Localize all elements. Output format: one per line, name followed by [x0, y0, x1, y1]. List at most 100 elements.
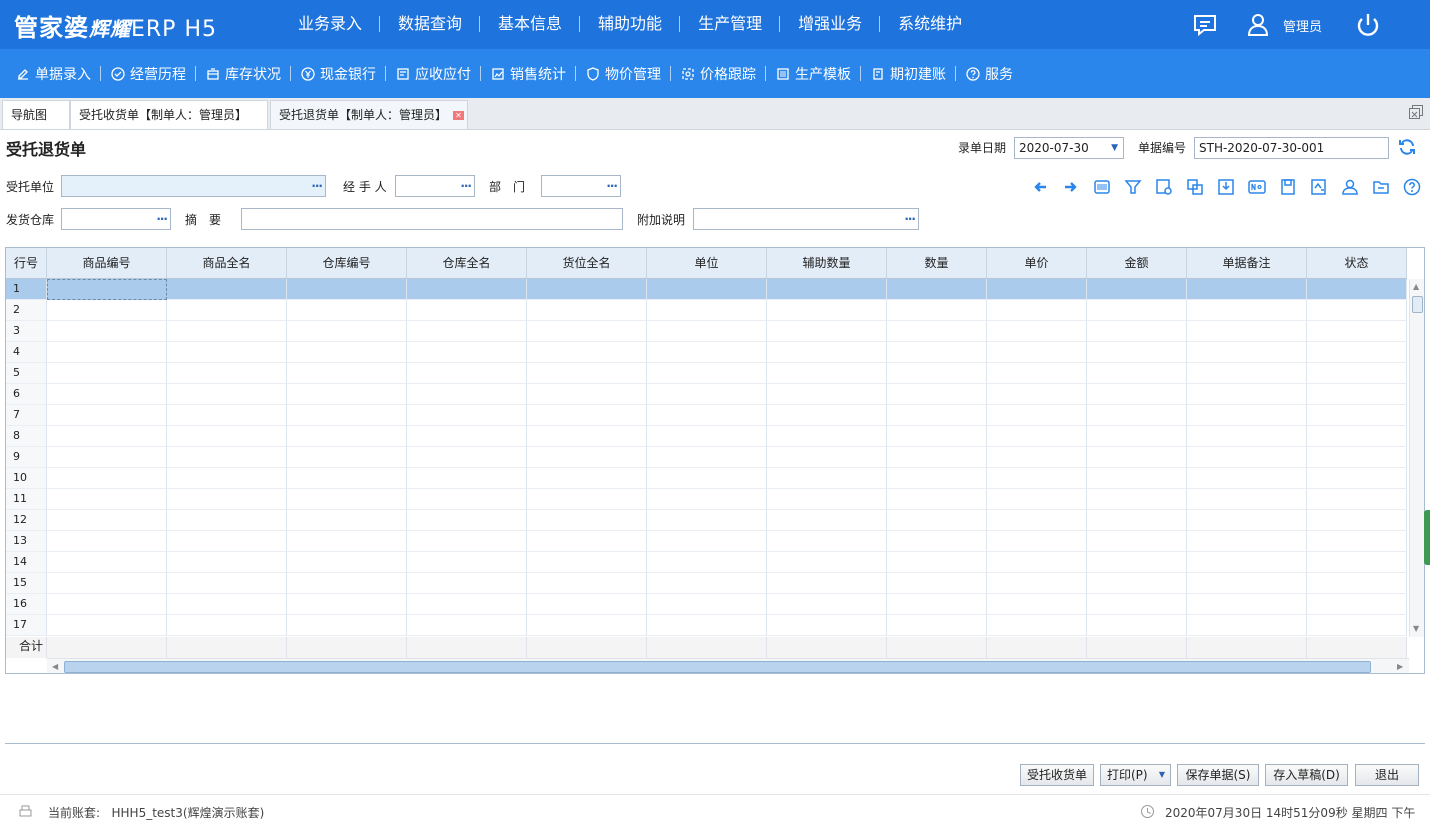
- table-cell[interactable]: [767, 447, 887, 468]
- table-cell[interactable]: [647, 552, 767, 573]
- column-header[interactable]: 货位全名: [527, 248, 647, 278]
- table-row[interactable]: 4: [6, 342, 1407, 363]
- table-cell[interactable]: [887, 363, 987, 384]
- table-cell[interactable]: [1087, 468, 1187, 489]
- table-cell[interactable]: [1187, 510, 1307, 531]
- table-cell[interactable]: [287, 321, 407, 342]
- table-cell[interactable]: [1307, 468, 1407, 489]
- table-cell[interactable]: [767, 300, 887, 321]
- table-cell[interactable]: [887, 594, 987, 615]
- table-cell[interactable]: [987, 594, 1087, 615]
- table-cell[interactable]: [167, 552, 287, 573]
- table-cell[interactable]: [407, 594, 527, 615]
- table-cell[interactable]: [527, 363, 647, 384]
- sub-menu-item[interactable]: 经营历程: [101, 49, 196, 98]
- table-cell[interactable]: [47, 573, 167, 594]
- table-cell[interactable]: [407, 300, 527, 321]
- table-cell[interactable]: [407, 468, 527, 489]
- table-cell[interactable]: [1187, 279, 1307, 300]
- date-select[interactable]: 2020-07-30 ▼: [1014, 137, 1124, 159]
- scroll-left-icon[interactable]: ◀: [52, 662, 58, 671]
- table-cell[interactable]: [647, 468, 767, 489]
- table-cell[interactable]: [1087, 279, 1187, 300]
- table-cell[interactable]: [47, 594, 167, 615]
- table-cell[interactable]: [167, 489, 287, 510]
- sub-menu-item[interactable]: 库存状况: [196, 49, 291, 98]
- sub-menu-item[interactable]: 单据录入: [6, 49, 101, 98]
- main-menu-item[interactable]: 辅助功能: [580, 0, 681, 49]
- table-cell[interactable]: [647, 405, 767, 426]
- table-cell[interactable]: [887, 573, 987, 594]
- table-cell[interactable]: [527, 489, 647, 510]
- table-cell[interactable]: [647, 531, 767, 552]
- table-cell[interactable]: [47, 321, 167, 342]
- table-cell[interactable]: [1187, 594, 1307, 615]
- barcode-button[interactable]: [1086, 177, 1117, 197]
- table-cell[interactable]: [287, 468, 407, 489]
- note-field[interactable]: ···: [693, 208, 919, 230]
- table-cell[interactable]: [47, 279, 167, 300]
- table-cell[interactable]: [1307, 573, 1407, 594]
- table-cell[interactable]: [167, 573, 287, 594]
- table-cell[interactable]: [987, 552, 1087, 573]
- tab-consignment-receipt[interactable]: 受托收货单【制单人：管理员】: [70, 100, 268, 130]
- table-cell[interactable]: [407, 384, 527, 405]
- sub-menu-item[interactable]: 销售统计: [481, 49, 576, 98]
- table-cell[interactable]: [767, 426, 887, 447]
- sub-menu-item[interactable]: 期初建账: [861, 49, 956, 98]
- table-cell[interactable]: [1187, 300, 1307, 321]
- table-row[interactable]: 15: [6, 573, 1407, 594]
- power-icon[interactable]: [1354, 11, 1382, 39]
- table-cell[interactable]: [287, 552, 407, 573]
- column-header[interactable]: 状态: [1307, 248, 1407, 278]
- table-cell[interactable]: [167, 363, 287, 384]
- table-cell[interactable]: [647, 447, 767, 468]
- table-cell[interactable]: [1087, 300, 1187, 321]
- table-cell[interactable]: [1087, 405, 1187, 426]
- table-cell[interactable]: [647, 489, 767, 510]
- table-cell[interactable]: [167, 510, 287, 531]
- table-cell[interactable]: [987, 363, 1087, 384]
- main-menu-item[interactable]: 基本信息: [480, 0, 581, 49]
- table-cell[interactable]: [1087, 573, 1187, 594]
- table-cell[interactable]: [47, 342, 167, 363]
- table-cell[interactable]: [527, 405, 647, 426]
- main-menu-item[interactable]: 数据查询: [380, 0, 481, 49]
- column-header[interactable]: 行号: [6, 248, 47, 278]
- table-cell[interactable]: [287, 279, 407, 300]
- table-cell[interactable]: [47, 426, 167, 447]
- save-button[interactable]: 保存单据(S): [1177, 764, 1259, 786]
- column-header[interactable]: 仓库编号: [287, 248, 407, 278]
- tab-navigation[interactable]: 导航图: [2, 100, 70, 130]
- table-cell[interactable]: [287, 531, 407, 552]
- table-cell[interactable]: [1087, 447, 1187, 468]
- table-cell[interactable]: [527, 279, 647, 300]
- settings-doc-button[interactable]: [1148, 177, 1179, 197]
- table-cell[interactable]: [167, 468, 287, 489]
- column-header[interactable]: 商品全名: [167, 248, 287, 278]
- column-header[interactable]: 数量: [887, 248, 987, 278]
- table-cell[interactable]: [767, 342, 887, 363]
- table-cell[interactable]: [887, 447, 987, 468]
- more-icon[interactable]: ···: [311, 176, 323, 196]
- folder-button[interactable]: [1365, 177, 1396, 197]
- table-cell[interactable]: [527, 531, 647, 552]
- table-cell[interactable]: [1187, 489, 1307, 510]
- table-cell[interactable]: [1187, 468, 1307, 489]
- help-button[interactable]: [1396, 177, 1427, 197]
- table-cell[interactable]: [1307, 300, 1407, 321]
- table-cell[interactable]: [1307, 405, 1407, 426]
- table-cell[interactable]: [47, 405, 167, 426]
- table-row[interactable]: 14: [6, 552, 1407, 573]
- sub-menu-item[interactable]: 现金银行: [291, 49, 386, 98]
- table-cell[interactable]: [1307, 552, 1407, 573]
- table-cell[interactable]: [887, 279, 987, 300]
- table-cell[interactable]: [1087, 531, 1187, 552]
- table-cell[interactable]: [167, 426, 287, 447]
- table-cell[interactable]: [767, 615, 887, 636]
- table-cell[interactable]: [47, 447, 167, 468]
- table-cell[interactable]: [647, 279, 767, 300]
- arrow-right-button[interactable]: [1055, 177, 1086, 197]
- column-header[interactable]: 金额: [1087, 248, 1187, 278]
- table-cell[interactable]: [647, 426, 767, 447]
